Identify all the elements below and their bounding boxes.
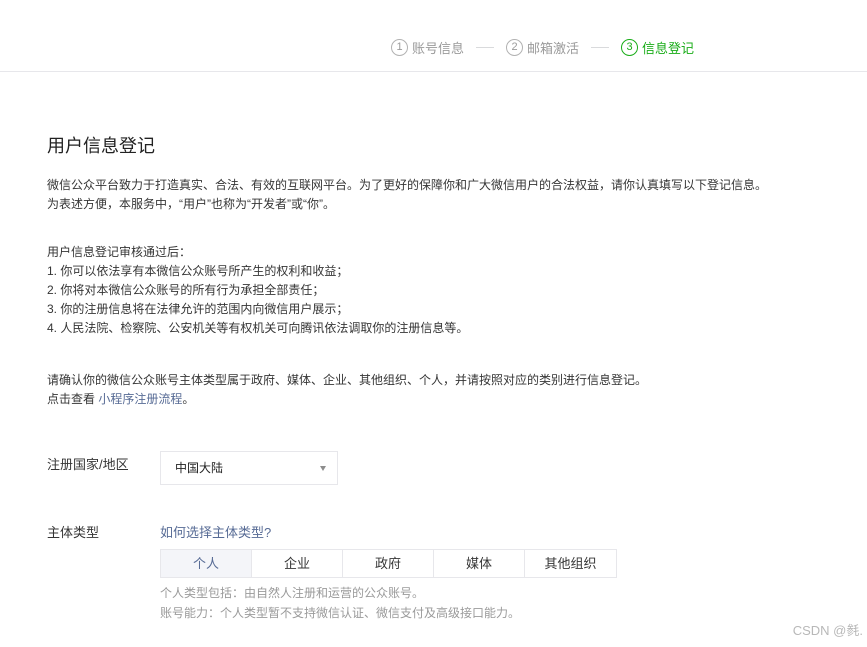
country-label: 注册国家/地区 xyxy=(47,457,129,472)
confirm-paragraph: 请确认你的微信公众账号主体类型属于政府、媒体、企业、其他组织、个人，并请按照对应… xyxy=(47,371,647,409)
country-select[interactable]: 中国大陆 xyxy=(160,451,338,485)
review-item: 1. 你可以依法享有本微信公众账号所产生的权利和收益； xyxy=(47,264,349,278)
tab-media[interactable]: 媒体 xyxy=(434,550,525,577)
step-number: 1 xyxy=(391,39,408,56)
tab-enterprise[interactable]: 企业 xyxy=(252,550,343,577)
confirm-suffix: 。 xyxy=(182,392,195,406)
confirm-line: 点击查看 小程序注册流程。 xyxy=(47,390,647,409)
intro-line: 为表述方便，本服务中，“用户”也称为“开发者”或“你”。 xyxy=(47,197,335,211)
account-capability-hint: 账号能力：个人类型暂不支持微信认证、微信支付及高级接口能力。 xyxy=(160,606,521,620)
chevron-down-icon xyxy=(320,466,326,471)
subject-type-help-link[interactable]: 如何选择主体类型? xyxy=(160,522,271,541)
review-heading: 用户信息登记审核通过后： xyxy=(47,245,192,259)
tab-government[interactable]: 政府 xyxy=(343,550,434,577)
mini-program-flow-link[interactable]: 小程序注册流程 xyxy=(98,392,182,406)
tab-individual[interactable]: 个人 xyxy=(161,550,252,577)
review-paragraph: 用户信息登记审核通过后： 1. 你可以依法享有本微信公众账号所产生的权利和收益；… xyxy=(47,243,468,338)
subject-type-hint: 个人类型包括：由自然人注册和运营的公众账号。 xyxy=(160,586,425,600)
step-divider xyxy=(591,47,610,48)
steps-container: 1 账号信息 2 邮箱激活 3 信息登记 xyxy=(391,38,694,57)
step-email-activation: 2 邮箱激活 xyxy=(506,38,579,57)
step-number: 2 xyxy=(506,39,524,56)
review-item: 4. 人民法院、检察院、公安机关等有权机关可向腾讯依法调取你的注册信息等。 xyxy=(47,321,469,335)
step-label: 账号信息 xyxy=(412,41,465,56)
step-account-info: 1 账号信息 xyxy=(391,38,464,57)
review-item: 3. 你的注册信息将在法律允许的范围内向微信用户展示； xyxy=(47,302,349,316)
page-title: 用户信息登记 xyxy=(47,136,155,156)
tab-other-organization[interactable]: 其他组织 xyxy=(525,550,616,577)
subject-type-tabs: 个人 企业 政府 媒体 其他组织 xyxy=(160,549,617,578)
intro-paragraph: 微信公众平台致力于打造真实、合法、有效的互联网平台。为了更好的保障你和广大微信用… xyxy=(47,176,767,214)
watermark: CSDN @毵. xyxy=(792,623,863,638)
review-item: 2. 你将对本微信公众账号的所有行为承担全部责任； xyxy=(47,283,325,297)
step-info-registration: 3 信息登记 xyxy=(621,38,694,57)
progress-stepper: 1 账号信息 2 邮箱激活 3 信息登记 xyxy=(0,0,867,72)
step-number: 3 xyxy=(621,39,639,56)
country-select-value: 中国大陆 xyxy=(175,461,224,475)
step-label: 邮箱激活 xyxy=(527,41,580,56)
step-divider xyxy=(476,47,495,48)
confirm-prefix: 点击查看 xyxy=(47,392,96,406)
step-label: 信息登记 xyxy=(642,41,695,56)
subject-type-label: 主体类型 xyxy=(47,525,100,540)
intro-line: 微信公众平台致力于打造真实、合法、有效的互联网平台。为了更好的保障你和广大微信用… xyxy=(47,178,768,192)
confirm-line: 请确认你的微信公众账号主体类型属于政府、媒体、企业、其他组织、个人，并请按照对应… xyxy=(47,373,648,387)
